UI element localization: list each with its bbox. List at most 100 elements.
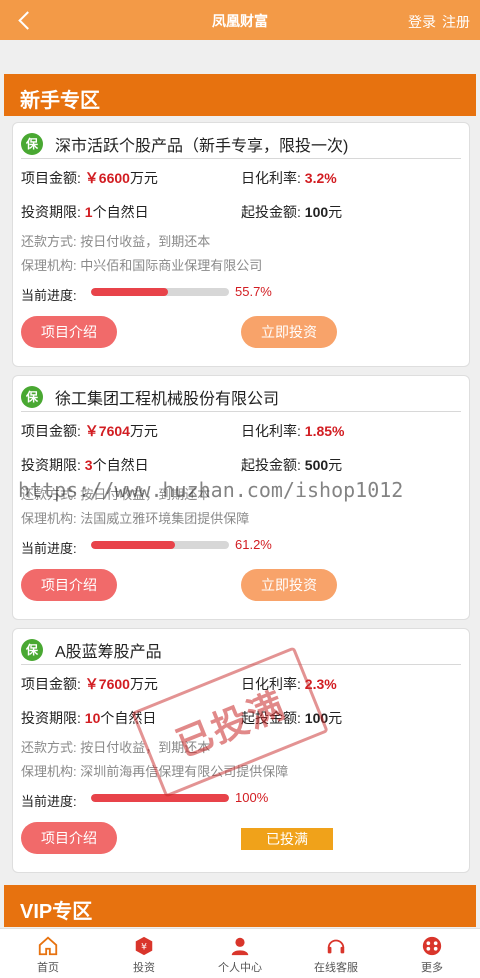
intro-button[interactable]: 项目介绍 bbox=[21, 822, 117, 854]
period-value: 10 bbox=[84, 710, 101, 726]
currency-symbol: ￥ bbox=[84, 676, 99, 692]
progress-fill bbox=[91, 794, 229, 802]
tab-label: 在线客服 bbox=[314, 962, 358, 974]
min-label: 起投金额: bbox=[241, 204, 301, 220]
tab-label: 投资 bbox=[133, 962, 155, 974]
period-unit: 个自然日 bbox=[92, 204, 149, 220]
progress-label: 当前进度: bbox=[21, 794, 77, 809]
amount-value: 7600 bbox=[98, 676, 130, 692]
period-unit: 个自然日 bbox=[92, 457, 149, 473]
register-link[interactable]: 注册 bbox=[442, 12, 470, 32]
section-newbie: 新手专区 bbox=[4, 74, 476, 116]
home-icon bbox=[37, 935, 59, 957]
period-value: 1 bbox=[84, 204, 93, 220]
product-name[interactable]: 徐工集团工程机械股份有限公司 bbox=[55, 385, 279, 409]
guarantee-badge: 保 bbox=[21, 385, 43, 408]
headset-icon bbox=[325, 935, 347, 957]
product-name[interactable]: 深市活跃个股产品（新手专享，限投一次) bbox=[55, 132, 348, 156]
amount-unit: 万元 bbox=[129, 676, 158, 692]
rate-value: 3.2% bbox=[304, 170, 337, 186]
rate-label: 日化利率: bbox=[241, 170, 301, 186]
amount-value: 6600 bbox=[98, 170, 130, 186]
fully-invested-label: 已投满 bbox=[241, 828, 333, 850]
card-header: 保 A股蓝筹股产品 bbox=[21, 635, 461, 665]
currency-symbol: ￥ bbox=[84, 423, 99, 439]
login-link[interactable]: 登录 bbox=[408, 12, 436, 32]
period-row: 投资期限: 3个自然日 bbox=[21, 455, 149, 475]
guarantee-label: 保理机构: bbox=[21, 511, 77, 526]
amount-label: 项目金额: bbox=[21, 676, 81, 692]
progress-bar bbox=[91, 794, 229, 802]
period-label: 投资期限: bbox=[21, 204, 81, 220]
amount-label: 项目金额: bbox=[21, 423, 81, 439]
amount-row: 项目金额: ￥6600万元 bbox=[21, 168, 158, 188]
intro-button[interactable]: 项目介绍 bbox=[21, 316, 117, 348]
progress-percent: 61.2% bbox=[235, 537, 272, 552]
amount-unit: 万元 bbox=[129, 170, 158, 186]
guarantee-value: 法国威立雅环境集团提供保障 bbox=[80, 511, 250, 526]
min-unit: 元 bbox=[328, 710, 343, 726]
section-vip: VIP专区 bbox=[4, 885, 476, 927]
progress-label: 当前进度: bbox=[21, 288, 77, 303]
amount-unit: 万元 bbox=[129, 423, 158, 439]
progress-percent: 55.7% bbox=[235, 284, 272, 299]
repay-value: 按日付收益，到期还本 bbox=[80, 234, 211, 249]
repay-label: 还款方式: bbox=[21, 740, 77, 755]
amount-label: 项目金额: bbox=[21, 170, 81, 186]
tab-more[interactable]: 更多 bbox=[384, 929, 480, 978]
period-value: 3 bbox=[84, 457, 93, 473]
guarantee-label: 保理机构: bbox=[21, 258, 77, 273]
guarantee-badge: 保 bbox=[21, 638, 43, 661]
min-unit: 元 bbox=[328, 204, 343, 220]
min-value: 100 bbox=[304, 204, 329, 220]
min-unit: 元 bbox=[328, 457, 343, 473]
min-row: 起投金额: 100元 bbox=[241, 202, 342, 222]
tab-invest[interactable]: ¥ 投资 bbox=[96, 929, 192, 978]
auth-links: 登录 注册 bbox=[408, 12, 470, 32]
watermark-text: https://www.huzhan.com/ishop1012 bbox=[18, 478, 404, 502]
tab-label: 首页 bbox=[37, 962, 59, 974]
amount-row: 项目金额: ￥7604万元 bbox=[21, 421, 158, 441]
repay-row: 还款方式: 按日付收益，到期还本 bbox=[21, 231, 210, 250]
rate-label: 日化利率: bbox=[241, 423, 301, 439]
rate-row: 日化利率: 1.85% bbox=[241, 421, 344, 441]
progress-fill bbox=[91, 541, 176, 549]
top-bar: 凤凰财富 登录 注册 bbox=[0, 0, 480, 40]
period-label: 投资期限: bbox=[21, 710, 81, 726]
guarantee-row: 保理机构: 法国威立雅环境集团提供保障 bbox=[21, 508, 249, 527]
tab-home[interactable]: 首页 bbox=[0, 929, 96, 978]
guarantee-label: 保理机构: bbox=[21, 764, 77, 779]
rate-value: 1.85% bbox=[304, 423, 345, 439]
svg-text:¥: ¥ bbox=[141, 942, 147, 953]
progress-label: 当前进度: bbox=[21, 541, 77, 556]
invest-icon: ¥ bbox=[133, 935, 155, 957]
tab-service[interactable]: 在线客服 bbox=[288, 929, 384, 978]
tab-label: 个人中心 bbox=[218, 962, 262, 974]
progress-percent: 100% bbox=[235, 790, 269, 805]
bottom-tab-bar: 首页 ¥ 投资 个人中心 在线客服 更多 bbox=[0, 928, 480, 978]
period-row: 投资期限: 1个自然日 bbox=[21, 202, 149, 222]
intro-button[interactable]: 项目介绍 bbox=[21, 569, 117, 601]
card-header: 保 徐工集团工程机械股份有限公司 bbox=[21, 382, 461, 412]
progress-bar bbox=[91, 288, 229, 296]
repay-label: 还款方式: bbox=[21, 234, 77, 249]
progress-bar bbox=[91, 541, 229, 549]
min-label: 起投金额: bbox=[241, 457, 301, 473]
guarantee-row: 保理机构: 中兴佰和国际商业保理有限公司 bbox=[21, 255, 262, 274]
amount-row: 项目金额: ￥7600万元 bbox=[21, 674, 158, 694]
amount-value: 7604 bbox=[98, 423, 130, 439]
rate-row: 日化利率: 3.2% bbox=[241, 168, 337, 188]
invest-button[interactable]: 立即投资 bbox=[241, 316, 337, 348]
min-row: 起投金额: 500元 bbox=[241, 455, 342, 475]
user-icon bbox=[229, 935, 251, 957]
guarantee-badge: 保 bbox=[21, 132, 43, 155]
product-card: 保 深市活跃个股产品（新手专享，限投一次) 项目金额: ￥6600万元 日化利率… bbox=[12, 122, 470, 367]
tab-label: 更多 bbox=[421, 962, 443, 974]
invest-button[interactable]: 立即投资 bbox=[241, 569, 337, 601]
tab-user[interactable]: 个人中心 bbox=[192, 929, 288, 978]
product-name[interactable]: A股蓝筹股产品 bbox=[55, 638, 162, 662]
card-header: 保 深市活跃个股产品（新手专享，限投一次) bbox=[21, 129, 461, 159]
more-icon bbox=[421, 935, 443, 957]
progress-fill bbox=[91, 288, 168, 296]
currency-symbol: ￥ bbox=[84, 170, 99, 186]
